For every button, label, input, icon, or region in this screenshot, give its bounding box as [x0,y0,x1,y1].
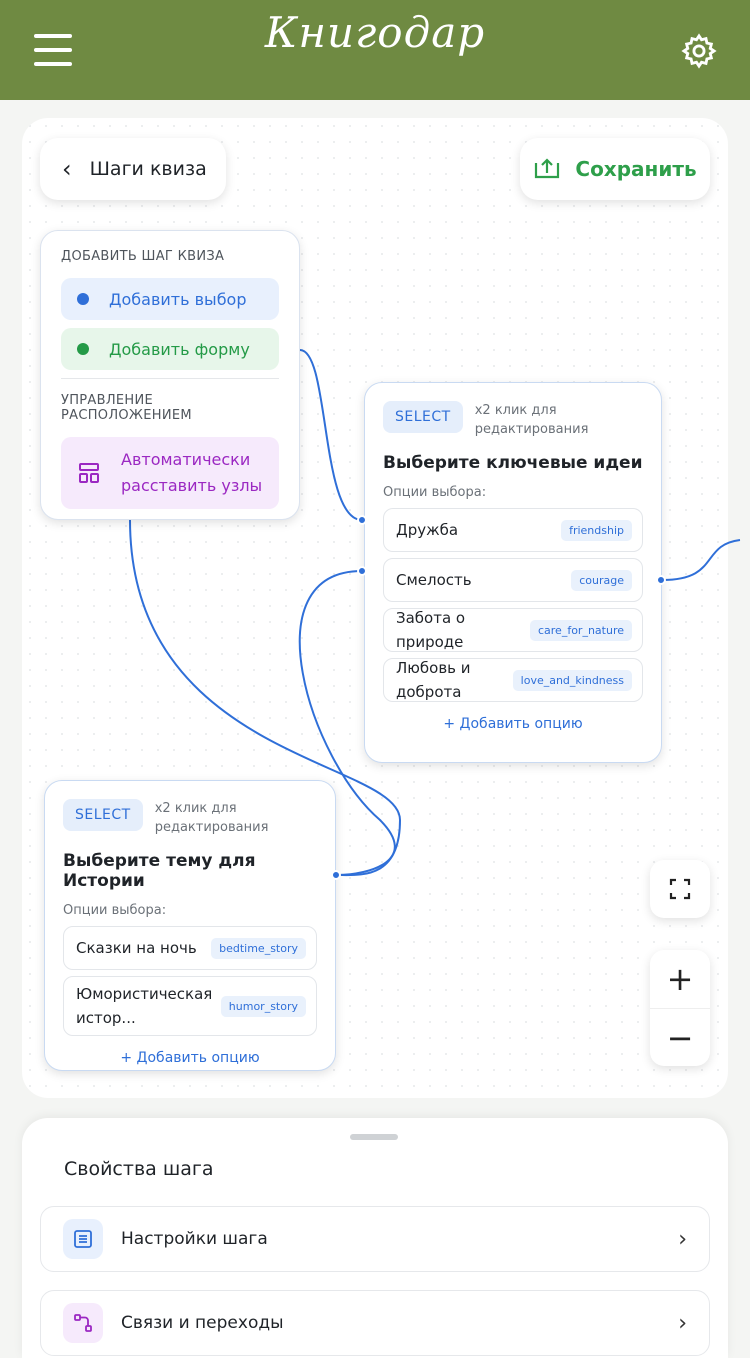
add-choice-label: Добавить выбор [109,289,247,309]
blue-dot-icon [77,293,89,305]
sheet-drag-handle[interactable] [350,1134,398,1140]
output-port[interactable] [656,575,666,585]
options-label: Опции выбора: [383,485,487,500]
chevron-left-icon: ‹ [62,155,72,183]
save-label: Сохранить [575,157,697,181]
links-transitions-label: Связи и переходы [121,1313,284,1333]
zoom-out-button[interactable]: − [650,1008,710,1066]
layout-icon [79,463,99,483]
option-row[interactable]: Забота о природе care_for_nature [383,608,643,652]
node-title: Выберите ключевые идеи [383,453,643,473]
add-option-button[interactable]: + Добавить опцию [63,1050,317,1066]
list-icon [63,1219,103,1259]
edit-hint: x2 клик для редактирования [475,401,589,439]
add-choice-button[interactable]: Добавить выбор [61,278,279,320]
option-row[interactable]: Дружба friendship [383,508,643,552]
option-value-tag: friendship [561,519,632,541]
auto-layout-line2: расставить узлы [121,476,263,495]
step-properties-sheet: Свойства шага Настройки шага › Связи и п… [22,1118,728,1358]
chevron-right-icon: › [678,1226,687,1252]
option-value-tag: love_and_kindness [512,669,632,691]
edit-hint-line2: редактирования [154,820,269,835]
node-type-badge: SELECT [383,401,463,433]
option-label: Сказки на ночь [76,939,197,957]
option-label: Дружба [396,521,459,539]
step-settings-label: Настройки шага [121,1229,268,1249]
auto-layout-line1: Автоматически [121,450,251,469]
green-dot-icon [77,343,89,355]
select-node-key-ideas[interactable]: SELECT x2 клик для редактирования Выбери… [364,382,662,763]
option-value-tag: courage [571,569,632,591]
back-label: Шаги квиза [89,158,207,180]
output-port[interactable] [331,870,341,880]
app-title: Книгодар [264,8,486,57]
auto-layout-button[interactable]: Автоматически расставить узлы [61,437,279,509]
save-button[interactable]: Сохранить [520,138,710,200]
add-form-label: Добавить форму [109,339,250,359]
node-type-badge: SELECT [63,799,143,831]
option-label: Забота о природе [396,609,466,651]
edit-hint-line2: редактирования [474,422,589,437]
add-form-button[interactable]: Добавить форму [61,328,279,370]
zoom-in-button[interactable]: + [667,950,694,1008]
option-row[interactable]: Сказки на ночь bedtime_story [63,926,317,970]
links-transitions-item[interactable]: Связи и переходы › [40,1290,710,1356]
add-step-panel: ДОБАВИТЬ ШАГ КВИЗА Добавить выбор Добави… [40,230,300,520]
back-button[interactable]: ‹ Шаги квиза [40,138,226,200]
layout-heading: УПРАВЛЕНИЕ РАСПОЛОЖЕНИЕМ [61,393,192,423]
step-settings-item[interactable]: Настройки шага › [40,1206,710,1272]
add-option-button[interactable]: + Добавить опцию [383,716,643,732]
options-label: Опции выбора: [63,903,167,918]
upload-icon [535,158,560,179]
option-value-tag: humor_story [220,995,306,1017]
option-row[interactable]: Любовь и доброта love_and_kindness [383,658,643,702]
edit-hint: x2 клик для редактирования [155,799,269,837]
edit-hint-line1: x2 клик для [474,403,557,418]
node-title: Выберите тему для Истории [63,851,256,891]
chevron-right-icon: › [678,1310,687,1336]
fullscreen-button[interactable] [650,860,710,918]
edit-hint-line1: x2 клик для [154,801,237,816]
option-label: Любовь и доброта [396,659,471,701]
gear-icon[interactable] [680,32,718,70]
input-port[interactable] [357,515,367,525]
select-node-story-theme[interactable]: SELECT x2 клик для редактирования Выбери… [44,780,336,1071]
app-header: Книгодар [0,0,750,100]
option-row[interactable]: Юмористическая истор... humor_story [63,976,317,1036]
sheet-title: Свойства шага [64,1158,214,1180]
input-port[interactable] [357,566,367,576]
option-row[interactable]: Смелость courage [383,558,643,602]
option-label: Юмористическая истор... [76,985,213,1027]
add-step-heading: ДОБАВИТЬ ШАГ КВИЗА [61,249,225,264]
option-label: Смелость [396,571,472,589]
zoom-controls: + − [650,950,710,1066]
fullscreen-icon [669,878,691,900]
option-value-tag: bedtime_story [211,937,306,959]
divider [61,378,279,379]
connections-icon [63,1303,103,1343]
option-value-tag: care_for_nature [529,619,632,641]
